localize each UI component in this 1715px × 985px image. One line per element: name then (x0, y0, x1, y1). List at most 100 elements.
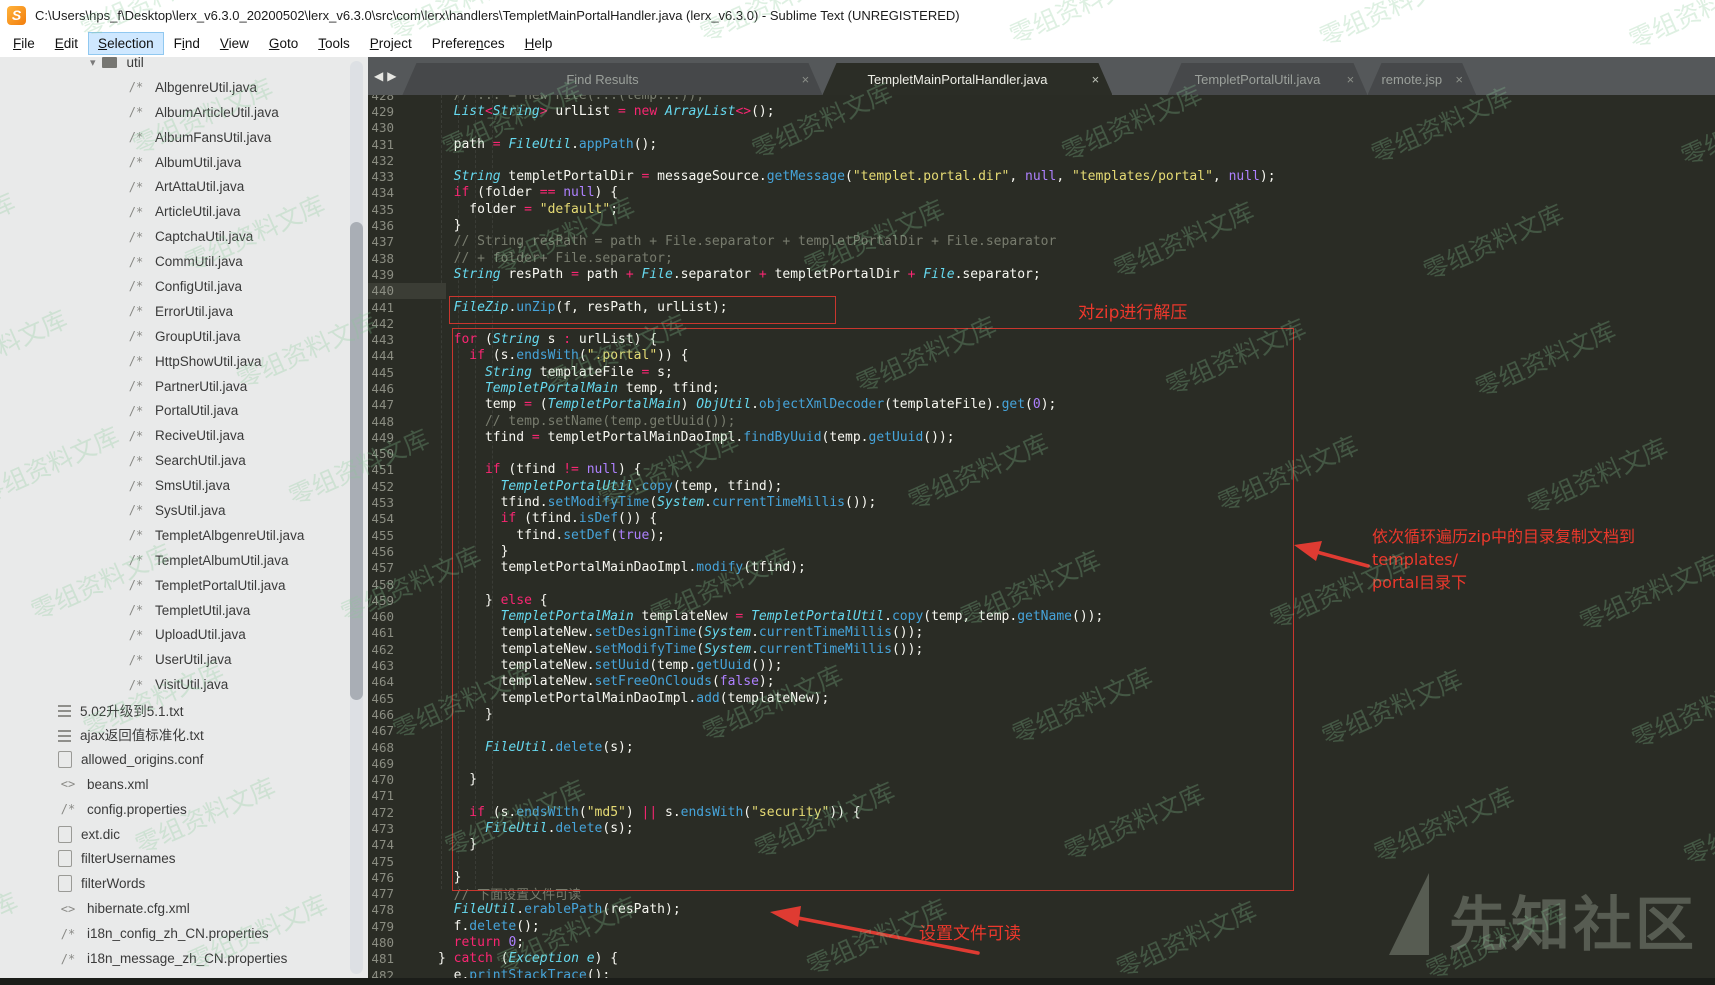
sidebar-item[interactable]: /* ArtAttaUtil.java (0, 174, 368, 199)
line-number: 469 (371, 755, 394, 771)
code-line[interactable]: 434 if (folder == null) { (368, 185, 1715, 201)
sidebar-item[interactable]: /* AlbumFansUtil.java (0, 125, 368, 150)
sidebar-item[interactable]: /* ErrorUtil.java (0, 299, 368, 324)
sidebar-item[interactable]: allowed_origins.conf (0, 747, 368, 772)
sidebar-item[interactable]: /* CommUtil.java (0, 249, 368, 274)
line-number: 456 (371, 543, 394, 559)
menu-item-preferences[interactable]: Preferences (423, 33, 514, 54)
sidebar-item[interactable]: /* TempletPortalUtil.java (0, 573, 368, 598)
sidebar-item[interactable]: /* PartnerUtil.java (0, 374, 368, 399)
sidebar-item[interactable]: /* AlbumArticleUtil.java (0, 100, 368, 125)
code-line[interactable]: 482 e.printStackTrace(); (368, 967, 1715, 978)
annotation-loop-line2: portal目录下 (1372, 573, 1468, 592)
line-number: 434 (371, 185, 394, 201)
sidebar-item[interactable]: /* ConfigUtil.java (0, 274, 368, 299)
menu-item-find[interactable]: Find (165, 33, 209, 54)
menu-item-goto[interactable]: Goto (260, 33, 307, 54)
menu-item-selection[interactable]: Selection (88, 32, 164, 55)
chevron-down-icon[interactable]: ▾ (90, 57, 96, 69)
sidebar-item[interactable]: /* HttpShowUtil.java (0, 349, 368, 374)
sidebar-item[interactable]: /* CaptchaUtil.java (0, 224, 368, 249)
close-icon[interactable]: × (1442, 72, 1476, 87)
sidebar-item[interactable]: /* i18n_config_zh_CN.properties (0, 921, 368, 946)
code-line[interactable]: 428 // ... = new File(...(temp...)); (368, 95, 1715, 103)
tab-find-results[interactable]: Find Results × (402, 63, 822, 95)
sidebar-item[interactable]: /* UploadUtil.java (0, 622, 368, 647)
code-editor[interactable]: 428 // ... = new File(...(temp...)); 429 Li… (368, 95, 1715, 978)
sidebar-item[interactable]: /* config.properties (0, 797, 368, 822)
sidebar-item[interactable]: ext.dic (0, 822, 368, 847)
sidebar-item[interactable]: /* ReciveUtil.java (0, 423, 368, 448)
code-line[interactable]: 437 // String resPath = path + File.separ… (368, 234, 1715, 250)
code-line[interactable]: 433 String templetPortalDir = messageSour… (368, 168, 1715, 184)
sidebar-item[interactable]: /* UserUtil.java (0, 647, 368, 672)
sidebar-scrollbar-thumb[interactable] (350, 222, 363, 700)
menu-item-edit[interactable]: Edit (46, 33, 87, 54)
menu-item-file[interactable]: File (4, 33, 44, 54)
menu-item-tools[interactable]: Tools (309, 33, 359, 54)
sidebar-item[interactable]: filterUsernames (0, 847, 368, 872)
java-file-icon: /* (128, 578, 144, 593)
line-number: 439 (371, 266, 394, 282)
code-line[interactable]: 435 folder = "default"; (368, 201, 1715, 217)
tab-templetmainportalhandler-java[interactable]: TempletMainPortalHandler.java × (822, 63, 1112, 95)
tab-remote-jsp[interactable]: remote.jsp × (1367, 63, 1476, 95)
doc-file-icon (58, 850, 72, 868)
line-number: 476 (371, 869, 394, 885)
sidebar-item[interactable]: /* GroupUtil.java (0, 324, 368, 349)
java-file-icon: /* (128, 428, 144, 443)
sidebar-item[interactable]: 5.02升级到5.1.txt (0, 697, 368, 722)
sidebar-item[interactable]: /* AlbgenreUtil.java (0, 75, 368, 100)
code-line[interactable]: 438 // + folder+ File.separator; (368, 250, 1715, 266)
sidebar-item[interactable]: /* SearchUtil.java (0, 448, 368, 473)
line-number: 432 (371, 152, 394, 168)
code-line[interactable]: 430 (368, 120, 1715, 136)
sidebar-item[interactable]: /* AlbumUtil.java (0, 150, 368, 175)
close-icon[interactable]: × (788, 72, 822, 87)
file-label: TempletUtil.java (155, 602, 251, 618)
close-icon[interactable]: × (1078, 72, 1112, 87)
tab-templetportalutil-java[interactable]: TempletPortalUtil.java × (1167, 63, 1367, 95)
tab-next-icon[interactable]: ▶ (387, 69, 396, 83)
sidebar-item[interactable]: /* VisitUtil.java (0, 672, 368, 697)
tab-prev-icon[interactable]: ◀ (374, 69, 383, 83)
file-label: PartnerUtil.java (155, 378, 248, 394)
menu-item-project[interactable]: Project (361, 33, 421, 54)
sidebar-item[interactable]: /* TempletAlbgenreUtil.java (0, 523, 368, 548)
tab-label: TempletMainPortalHandler.java (867, 71, 1048, 87)
code-line[interactable]: 436} (368, 217, 1715, 233)
doc-file-icon (58, 875, 72, 893)
file-label: 5.02升级到5.1.txt (80, 703, 184, 719)
sidebar-item[interactable]: /* PortalUtil.java (0, 398, 368, 423)
txt-file-icon (58, 726, 71, 742)
menu-item-help[interactable]: Help (516, 33, 562, 54)
code-line[interactable]: 432 (368, 152, 1715, 168)
sidebar-item[interactable]: <> beans.xml (0, 772, 368, 797)
code-line[interactable]: 439 String resPath = path + File.separato… (368, 266, 1715, 282)
annotation-loop-line1: 依次循环遍历zip中的目录复制文档到templates/ (1372, 527, 1636, 569)
sidebar-item[interactable]: /* SmsUtil.java (0, 473, 368, 498)
menu-item-view[interactable]: View (211, 33, 258, 54)
close-icon[interactable]: × (1333, 72, 1367, 87)
file-label: filterWords (81, 876, 146, 892)
sidebar-list: ▾ util /* AlbgenreUtil.java /* AlbumArticle… (0, 57, 368, 978)
sidebar-item[interactable]: <> hibernate.cfg.xml (0, 896, 368, 921)
sidebar-item[interactable]: /* TempletAlbumUtil.java (0, 548, 368, 573)
file-label: ajax返回值标准化.txt (80, 728, 204, 744)
sidebar-item[interactable]: ajax返回值标准化.txt (0, 722, 368, 747)
sidebar-item[interactable]: /* SysUtil.java (0, 498, 368, 523)
sidebar-item[interactable]: /* TempletUtil.java (0, 598, 368, 623)
code-line[interactable]: 431 path = FileUtil.appPath(); (368, 136, 1715, 152)
code-text: folder = "default"; (469, 201, 619, 217)
line-number: 467 (371, 723, 394, 739)
code-text: String resPath = path + File.separator +… (453, 266, 1041, 282)
code-line[interactable]: 429 List<String> urlList = new ArrayList<… (368, 103, 1715, 119)
sidebar-folder-util[interactable]: ▾ util (0, 57, 368, 75)
sidebar-item[interactable]: /*i18n_product_zh_CN.properties (0, 971, 368, 978)
java-file-icon: /* (128, 105, 144, 120)
sidebar-item[interactable]: /* i18n_message_zh_CN.properties (0, 946, 368, 971)
sidebar-item[interactable]: filterWords (0, 871, 368, 896)
xianzhi-logo: 先知社区 (1388, 873, 1697, 955)
sidebar-item[interactable]: /* ArticleUtil.java (0, 199, 368, 224)
line-number: 435 (371, 201, 394, 217)
